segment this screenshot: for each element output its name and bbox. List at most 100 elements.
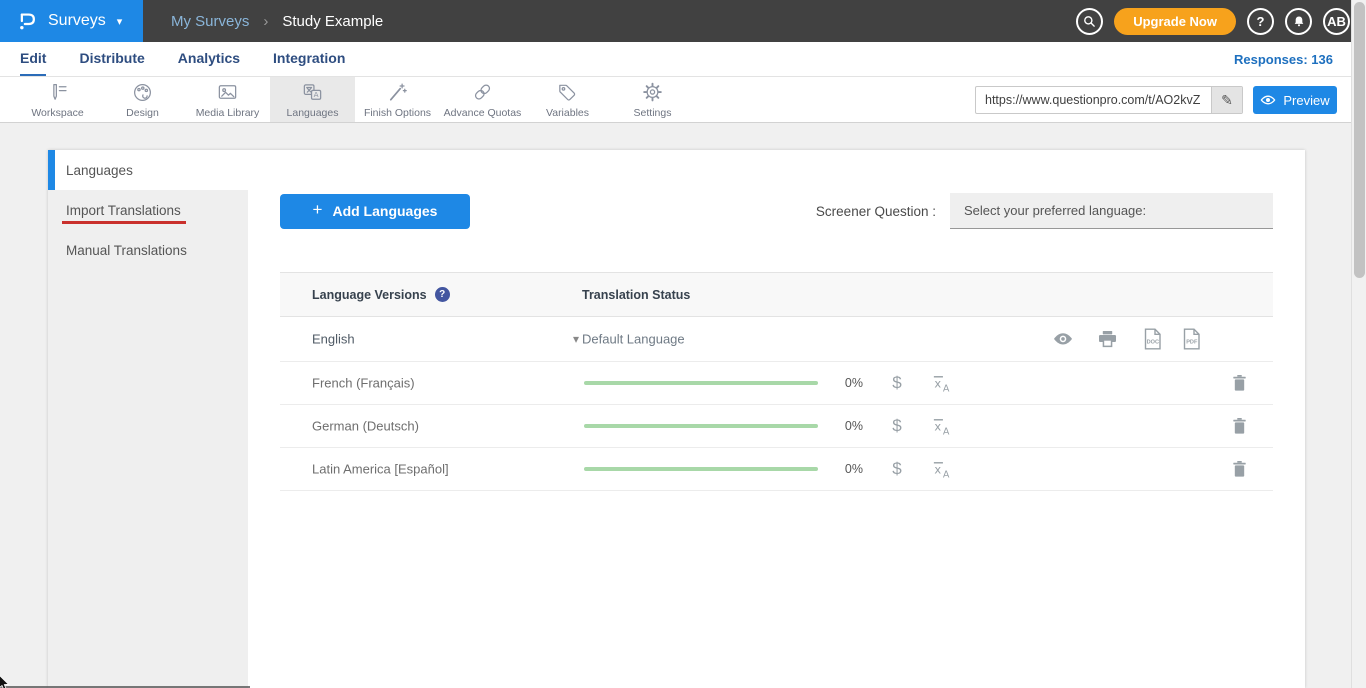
auto-translate-button[interactable]: x A: [930, 459, 952, 479]
svg-text:DOC: DOC: [1147, 340, 1159, 346]
translation-percent: 0%: [825, 419, 863, 433]
print-button[interactable]: [1097, 331, 1117, 348]
language-name: Latin America [Español]: [312, 462, 449, 477]
languages-content: + Add Languages Screener Question : Sele…: [248, 150, 1305, 688]
toolbar-item-settings[interactable]: Settings: [610, 77, 695, 122]
upgrade-now-button[interactable]: Upgrade Now: [1114, 8, 1236, 35]
sidebar-item-import-translations[interactable]: Import Translations: [48, 190, 248, 230]
app-title: Surveys: [48, 12, 106, 30]
eye-icon: [1052, 333, 1074, 346]
toolbar-item-languages[interactable]: A Languages: [270, 77, 355, 122]
header-actions: Upgrade Now ? AB: [1076, 8, 1350, 35]
sidebar-item-manual-translations[interactable]: Manual Translations: [48, 230, 248, 270]
svg-text:x: x: [934, 462, 941, 476]
pdf-file-icon: PDF: [1182, 328, 1201, 350]
caret-down-icon[interactable]: ▾: [573, 332, 579, 346]
screener-question-select[interactable]: Select your preferred language:: [950, 193, 1273, 229]
doc-file-icon: DOC: [1143, 328, 1162, 350]
table-row-french: French (Français) 0% $ x A: [280, 362, 1273, 405]
notifications-button[interactable]: [1285, 8, 1312, 35]
translation-progress-bar: [584, 424, 818, 428]
view-button[interactable]: [1052, 333, 1074, 346]
delete-language-button[interactable]: [1231, 460, 1247, 478]
export-pdf-button[interactable]: PDF: [1182, 328, 1201, 350]
screener-question-group: Screener Question : Select your preferre…: [816, 193, 1273, 229]
svg-text:A: A: [942, 384, 949, 393]
export-doc-button[interactable]: DOC: [1143, 328, 1162, 350]
pencil-icon: ✎: [1221, 92, 1233, 109]
search-icon: [1081, 13, 1098, 30]
toolbar-item-advance-quotas[interactable]: Advance Quotas: [440, 77, 525, 122]
breadcrumb-current: Study Example: [282, 13, 383, 30]
eye-icon: [1260, 95, 1276, 105]
column-language-versions: Language Versions ?: [280, 287, 582, 302]
delete-language-button[interactable]: [1231, 374, 1247, 392]
language-name[interactable]: English: [312, 332, 355, 347]
tab-integration[interactable]: Integration: [273, 42, 345, 76]
edit-toolbar: Workspace Design Media Library: [0, 77, 1366, 123]
trash-icon: [1232, 460, 1247, 478]
toolbar-item-workspace[interactable]: Workspace: [15, 77, 100, 122]
paid-translation-button[interactable]: $: [888, 459, 906, 479]
auto-translate-button[interactable]: x A: [930, 416, 952, 436]
survey-url-field[interactable]: https://www.questionpro.com/t/AO2kvZ ✎: [975, 86, 1243, 114]
bell-icon: [1291, 12, 1307, 30]
tab-distribute[interactable]: Distribute: [79, 42, 144, 76]
scrollbar-thumb[interactable]: [1354, 2, 1365, 278]
chevron-right-icon: ›: [263, 13, 268, 30]
language-name: French (Français): [312, 376, 415, 391]
translation-percent: 0%: [825, 462, 863, 476]
breadcrumb-my-surveys[interactable]: My Surveys: [171, 13, 249, 30]
svg-text:A: A: [314, 90, 319, 99]
search-button[interactable]: [1076, 8, 1103, 35]
svg-text:x: x: [934, 419, 941, 433]
magic-wand-icon: [385, 81, 410, 104]
translate-icon: x A: [931, 416, 952, 436]
help-button[interactable]: ?: [1247, 8, 1274, 35]
page-scrollbar[interactable]: [1351, 0, 1366, 688]
help-tooltip-icon[interactable]: ?: [435, 287, 450, 302]
sidebar-item-languages[interactable]: Languages: [48, 150, 248, 190]
toolbar-item-design[interactable]: Design: [100, 77, 185, 122]
svg-text:A: A: [942, 427, 949, 436]
auto-translate-button[interactable]: x A: [930, 373, 952, 393]
preview-button[interactable]: Preview: [1253, 86, 1337, 114]
edit-url-button[interactable]: ✎: [1211, 87, 1242, 113]
caret-down-icon: ▾: [117, 15, 123, 28]
link-icon: [470, 81, 495, 104]
breadcrumb: My Surveys › Study Example: [171, 13, 383, 30]
trash-icon: [1232, 374, 1247, 392]
add-languages-button[interactable]: + Add Languages: [280, 194, 470, 229]
help-icon: ?: [1257, 14, 1265, 29]
mouse-cursor: [0, 675, 11, 688]
translate-icon: A: [300, 81, 325, 104]
svg-text:PDF: PDF: [1186, 340, 1198, 346]
palette-icon: [130, 81, 155, 104]
top-header: Surveys ▾ My Surveys › Study Example Upg…: [0, 0, 1366, 42]
survey-nav-tabs: Edit Distribute Analytics Integration Re…: [0, 42, 1366, 77]
tab-edit[interactable]: Edit: [20, 42, 46, 76]
workspace-icon: [45, 81, 70, 104]
tab-analytics[interactable]: Analytics: [178, 42, 240, 76]
page-background: Languages Import Translations Manual Tra…: [0, 123, 1366, 688]
table-row-spanish: Latin America [Español] 0% $ x A: [280, 448, 1273, 491]
surveys-menu-button[interactable]: Surveys ▾: [0, 0, 143, 42]
actions-row: + Add Languages Screener Question : Sele…: [280, 193, 1273, 229]
plus-icon: +: [313, 200, 323, 220]
languages-panel: Languages Import Translations Manual Tra…: [48, 150, 1305, 688]
trash-icon: [1232, 417, 1247, 435]
questionpro-app: Surveys ▾ My Surveys › Study Example Upg…: [0, 0, 1366, 688]
user-avatar[interactable]: AB: [1323, 8, 1350, 35]
responses-count-link[interactable]: Responses: 136: [1234, 52, 1333, 67]
paid-translation-button[interactable]: $: [888, 416, 906, 436]
toolbar-item-media-library[interactable]: Media Library: [185, 77, 270, 122]
image-icon: [215, 81, 240, 104]
toolbar-item-variables[interactable]: Variables: [525, 77, 610, 122]
translation-progress-bar: [584, 381, 818, 385]
paid-translation-button[interactable]: $: [888, 373, 906, 393]
default-language-label: Default Language: [582, 332, 685, 347]
red-annotation-underline: [62, 221, 186, 224]
delete-language-button[interactable]: [1231, 417, 1247, 435]
toolbar-item-finish-options[interactable]: Finish Options: [355, 77, 440, 122]
avatar-initials: AB: [1327, 14, 1346, 29]
